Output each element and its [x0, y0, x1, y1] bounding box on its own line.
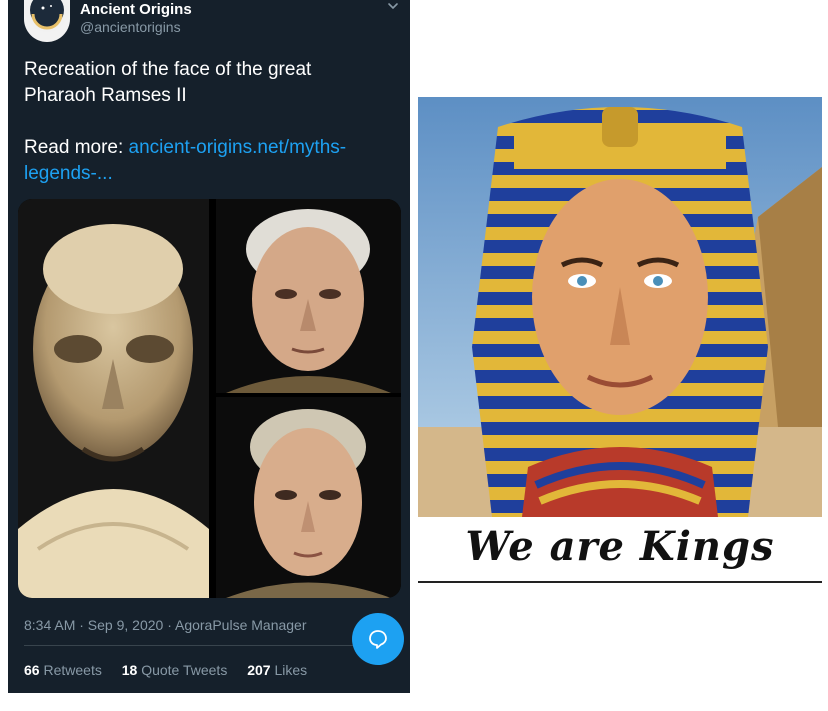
- likes-count: 207: [247, 662, 271, 678]
- retweets-label: Retweets: [43, 662, 102, 678]
- engagement-stats: 66 Retweets 18 Quote Tweets 207 Likes: [24, 662, 323, 678]
- quote-tweets-label: Quote Tweets: [141, 662, 228, 678]
- retweets-stat[interactable]: 66 Retweets: [24, 662, 102, 678]
- chevron-down-icon[interactable]: [386, 0, 400, 14]
- tweet-text-line: Recreation of the face of the great: [24, 59, 312, 80]
- meme-caption: We are Kings: [465, 523, 775, 570]
- author-name[interactable]: Ancient Origins: [80, 1, 192, 18]
- article-link[interactable]: ancient-origins.net/myths-: [129, 137, 347, 158]
- reply-bubble-icon: [369, 630, 387, 649]
- tweet-media[interactable]: [18, 199, 401, 598]
- read-more-line: Read more: ancient-origins.net/myths-: [24, 135, 394, 161]
- tweet-card: Ancient Origins @ancientorigins Recreati…: [8, 0, 410, 693]
- quote-tweets-count: 18: [121, 662, 138, 678]
- young-reconstruction-photo[interactable]: [216, 397, 401, 598]
- meme-image: We are Kings: [418, 97, 822, 584]
- mummy-photo[interactable]: [18, 199, 209, 598]
- avatar[interactable]: [24, 0, 70, 42]
- elderly-reconstruction-photo[interactable]: [216, 199, 401, 393]
- read-more-label: Read more:: [24, 137, 129, 158]
- author-handle[interactable]: @ancientorigins: [80, 19, 181, 35]
- tweet-timestamp[interactable]: 8:34 AM · Sep 9, 2020 · AgoraPulse Manag…: [24, 617, 307, 633]
- caption-underline: [418, 581, 822, 583]
- tweet-text-line: Pharaoh Ramses II: [24, 85, 187, 106]
- likes-stat[interactable]: 207 Likes: [247, 662, 307, 678]
- quote-tweets-stat[interactable]: 18 Quote Tweets: [122, 662, 228, 678]
- divider: [24, 645, 394, 646]
- pharaoh-illustration: [418, 97, 822, 517]
- tweet-text: Recreation of the face of the great Phar…: [24, 57, 394, 187]
- article-link-continued[interactable]: legends-...: [24, 163, 113, 184]
- reply-button[interactable]: [352, 613, 404, 665]
- likes-label: Likes: [274, 662, 308, 678]
- retweets-count: 66: [24, 662, 40, 678]
- ancient-origins-logo-icon: [25, 0, 69, 32]
